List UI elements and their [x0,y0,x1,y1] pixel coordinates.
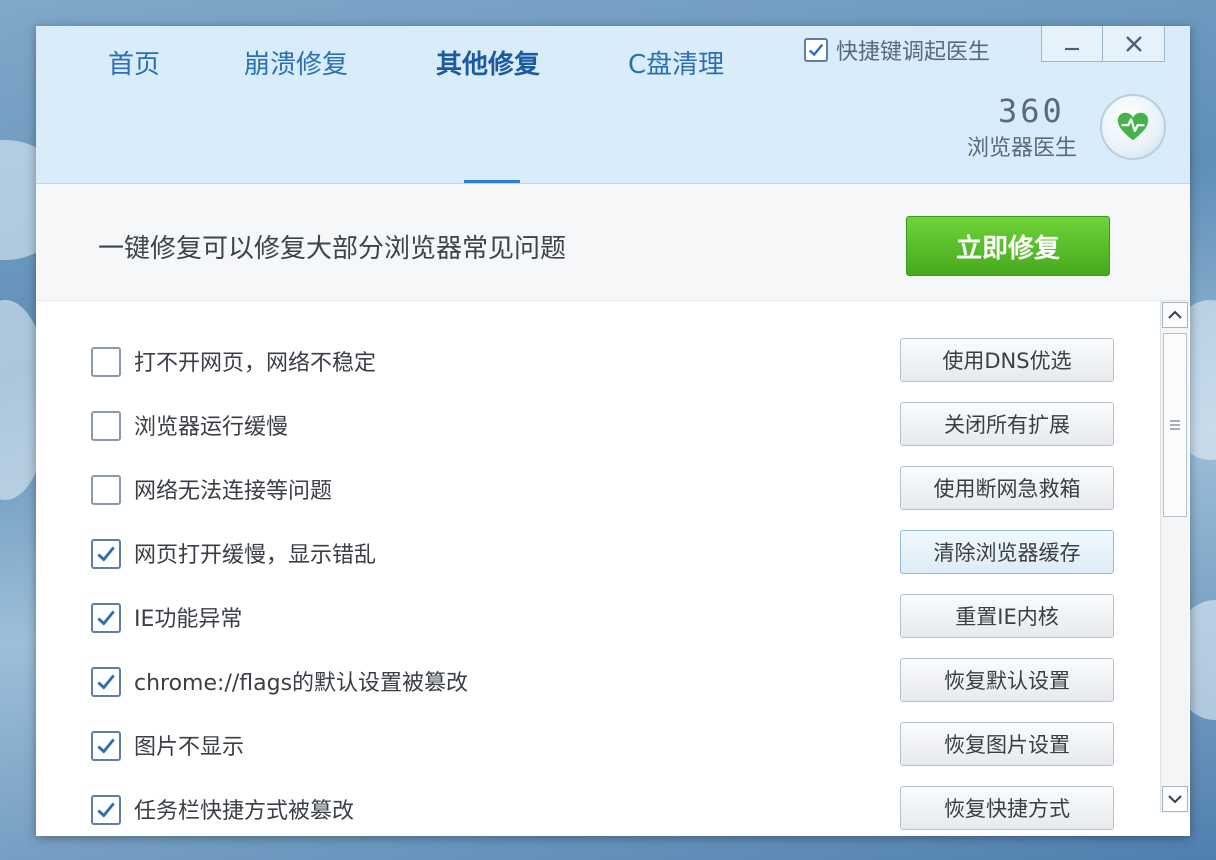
tab-crash-repair[interactable]: 崩溃修复 [244,44,348,81]
banner: 一键修复可以修复大部分浏览器常见问题 立即修复 [36,184,1190,301]
brand-name: 360 [998,92,1065,130]
minimize-icon [1065,47,1079,50]
list-item: chrome://flags的默认设置被篡改 恢复默认设置 [36,621,1158,702]
browser-doctor-window: 快捷键调起医生 首页 崩溃修复 其他修复 C盘清理 360 浏览器医生 一键修复… [36,26,1190,836]
heart-pulse-icon [1117,112,1149,141]
hotkey-checkbox[interactable] [804,38,828,62]
scroll-up-button[interactable] [1162,302,1188,328]
hotkey-label: 快捷键调起医生 [836,40,991,65]
list-item: 任务栏快捷方式被篡改 恢复快捷方式 [36,749,1158,830]
chevron-up-icon [1168,310,1182,319]
brand: 360 浏览器医生 [964,92,1166,162]
list-item: 打不开网页，网络不稳定 使用DNS优选 [36,301,1158,382]
tab-home[interactable]: 首页 [108,44,160,81]
scroll-down-button[interactable] [1162,786,1188,812]
chevron-down-icon [1168,795,1182,804]
grip-icon [1170,420,1180,430]
tab-c-drive-clean[interactable]: C盘清理 [628,44,724,81]
check-icon [808,43,824,57]
header: 快捷键调起医生 首页 崩溃修复 其他修复 C盘清理 360 浏览器医生 [36,26,1190,184]
banner-text: 一键修复可以修复大部分浏览器常见问题 [98,234,567,264]
repair-item-list: 打不开网页，网络不稳定 使用DNS优选 浏览器运行缓慢 关闭所有扩展 网络无法连… [36,301,1158,836]
check-icon [97,802,115,818]
repair-now-button[interactable]: 立即修复 [906,216,1110,276]
tab-other-repair[interactable]: 其他修复 [436,44,540,81]
list-scrollbar[interactable] [1160,301,1189,813]
item-checkbox[interactable] [91,795,121,825]
list-item: 浏览器运行缓慢 关闭所有扩展 [36,365,1158,446]
list-item: IE功能异常 重置IE内核 [36,557,1158,638]
list-item: 网页打开缓慢，显示错乱 清除浏览器缓存 [36,493,1158,574]
close-button[interactable] [1103,26,1165,62]
list-item: 图片不显示 恢复图片设置 [36,685,1158,766]
scroll-thumb[interactable] [1163,333,1187,517]
brand-logo [1100,94,1166,160]
minimize-button[interactable] [1041,26,1103,62]
item-label: 任务栏快捷方式被篡改 [134,799,355,824]
active-tab-indicator [464,180,520,183]
brand-subtitle: 浏览器医生 [967,136,1078,161]
list-item: 网络无法连接等问题 使用断网急救箱 [36,429,1158,510]
close-icon [1125,35,1142,52]
window-controls [1041,26,1165,62]
hotkey-toggle[interactable]: 快捷键调起医生 [804,34,990,66]
item-action-button[interactable]: 恢复快捷方式 [900,786,1114,830]
